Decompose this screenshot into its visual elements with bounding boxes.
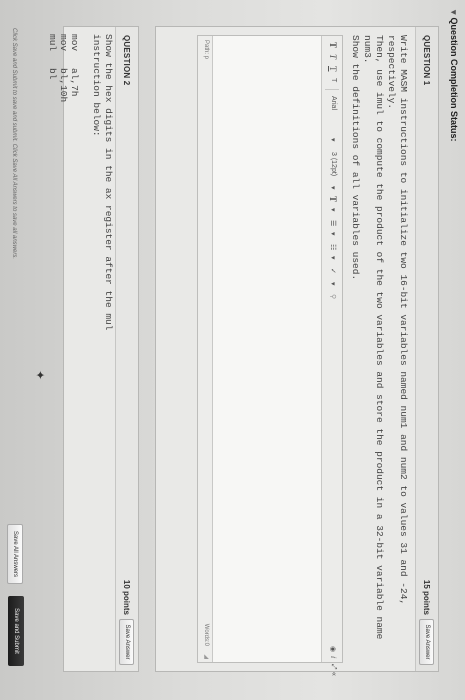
question-2-points: 10 points [122,579,131,615]
answer-text-area-q1[interactable] [213,36,321,662]
question-1-title: QUESTION 1 [422,35,431,86]
answer-editor-q1: T T T T Arial ▾ 3 (12pt) ▾ T ▾ ☰ ▾ ☷ ▾ ✓ [197,35,343,676]
question-1-panel: QUESTION 1 15 points Save Answer Write M… [155,26,439,676]
completion-status-header[interactable]: ▾ Question Completion Status: [448,10,459,142]
save-all-answers-button[interactable]: Save All Answers [7,524,23,584]
fullscreen-icon[interactable]: ⤢ [329,664,337,670]
code-op: mul [47,34,58,52]
collapse-triangle-icon[interactable]: ▾ [449,10,459,15]
question-2-body: Show the hex digits in the ax register a… [47,26,116,670]
spellcheck-icon[interactable]: ✓ [329,268,337,274]
question-2-prompt: Show the hex digits in the ax register a… [91,34,114,331]
dropdown-arrow-icon[interactable]: ▾ [329,232,337,236]
underline-button[interactable]: T [328,66,338,72]
code-args: bl,10h [58,68,69,103]
source-icon[interactable]: ⅈ [329,656,337,658]
screen: ▾ Question Completion Status: QUESTION 1 … [0,0,465,700]
toolbar-divider [325,89,339,90]
save-answer-button-q1[interactable]: Save Answer [419,619,434,665]
resize-grip-icon[interactable]: ◢ [203,654,210,659]
strikethrough-button[interactable]: T [330,78,337,82]
question-2-header: QUESTION 2 10 points Save Answer [115,27,138,671]
save-answer-button-q2[interactable]: Save Answer [119,619,134,665]
dropdown-arrow-icon[interactable]: ▾ [329,208,337,212]
question-1-prompt: Write MASM instructions to initialize tw… [350,35,409,640]
question-2-title: QUESTION 2 [122,35,131,86]
collapse-toolbar-icon[interactable]: « [330,672,337,676]
editor-toolbar: T T T T Arial ▾ 3 (12pt) ▾ T ▾ ☰ ▾ ☷ ▾ ✓ [321,36,342,676]
bold-button[interactable]: T [328,42,338,48]
question-1-header: QUESTION 1 15 points Save Answer [415,27,438,671]
dropdown-arrow-icon[interactable]: ▾ [329,256,337,260]
save-and-submit-button[interactable]: Save and Submit [8,596,24,666]
bullet-list-icon[interactable]: ☰ [329,220,337,226]
code-op: mov [58,34,69,52]
mouse-cursor-icon: ✦ [33,370,47,381]
font-size-select[interactable]: 3 (12pt) [330,152,337,176]
numbered-list-icon[interactable]: ☷ [329,244,337,250]
footer-instructions: Click Save and Submit to save and submit… [11,28,17,259]
editor-path: Path: p [203,40,209,60]
italic-button[interactable]: T [328,54,338,59]
question-2-code: mov al,7h mov bl,10h mul bl [47,26,90,670]
font-family-select[interactable]: Arial [330,96,337,110]
insert-link-icon[interactable]: ⚲ [329,294,337,299]
completion-status-label: Question Completion Status: [449,17,459,142]
dropdown-arrow-icon[interactable]: ▾ [329,186,337,190]
dropdown-arrow-icon[interactable]: ▾ [329,138,337,142]
text-color-button[interactable]: T [328,196,338,202]
code-args: bl [47,68,58,80]
question-1-points: 15 points [422,579,431,615]
code-args: al,7h [69,68,80,97]
dropdown-arrow-icon[interactable]: ▾ [329,282,337,286]
word-count: Words:0 [203,623,209,646]
code-op: mov [69,34,80,52]
preview-icon[interactable]: ◉ [329,646,337,652]
rotated-page: ▾ Question Completion Status: QUESTION 1 … [0,0,465,700]
editor-statusbar: Path: p Words:0 ◢ [198,36,213,662]
